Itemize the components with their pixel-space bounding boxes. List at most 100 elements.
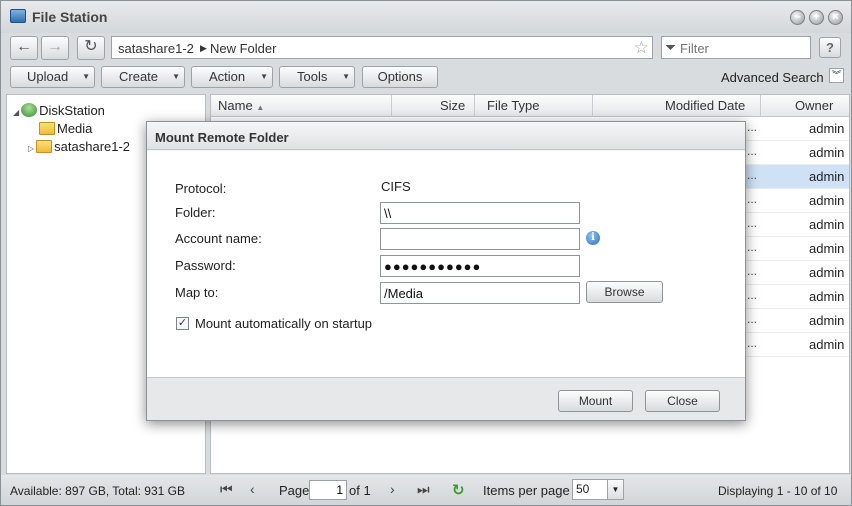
owner-cell: admin <box>809 289 845 304</box>
close-button[interactable]: Close <box>645 390 720 412</box>
path-bar[interactable]: satashare1-2 ▶ New Folder ☆ <box>111 36 653 59</box>
window-title: File Station <box>32 9 108 25</box>
dropdown-arrow-icon: ▼ <box>342 72 350 81</box>
browse-button[interactable]: Browse <box>586 281 663 303</box>
folder-icon <box>36 140 53 153</box>
column-separator <box>474 95 475 117</box>
tools-label: Tools <box>297 69 328 84</box>
first-page-icon[interactable]: ⏮ <box>220 481 233 498</box>
page-count-label: of 1 <box>349 483 371 498</box>
info-icon[interactable]: i <box>586 231 600 245</box>
navigation-bar: ← → ↻ satashare1-2 ▶ New Folder ☆ ⏷ ? <box>1 33 851 63</box>
checkmark-icon: ✓ <box>177 317 188 329</box>
tree-item-media[interactable]: Media <box>39 121 92 136</box>
back-arrow-icon: ← <box>16 38 32 55</box>
truncated-cell: ... <box>747 192 758 206</box>
truncated-cell: ... <box>747 312 758 326</box>
forward-arrow-icon: → <box>47 38 63 55</box>
sort-ascending-icon: ▲ <box>256 103 265 112</box>
dropdown-arrow-icon: ▼ <box>260 72 268 81</box>
next-page-icon[interactable]: › <box>390 481 395 497</box>
displaying-count: Displaying 1 - 10 of 10 <box>718 484 838 498</box>
owner-cell: admin <box>809 145 845 160</box>
tools-button[interactable]: Tools ▼ <box>279 66 355 88</box>
dropdown-arrow-icon: ▼ <box>82 72 90 81</box>
auto-mount-label[interactable]: Mount automatically on startup <box>195 316 372 331</box>
close-window-button[interactable]: × <box>828 10 843 25</box>
filter-box[interactable]: ⏷ <box>661 36 811 59</box>
truncated-cell: ... <box>747 264 758 278</box>
action-button[interactable]: Action ▼ <box>191 66 273 88</box>
back-button[interactable]: ← <box>10 36 38 60</box>
last-page-icon[interactable]: ⏭ <box>417 481 430 498</box>
chevron-down-icon[interactable]: ▼ <box>607 480 623 499</box>
refresh-icon: ↻ <box>84 38 98 55</box>
owner-cell: admin <box>809 337 845 352</box>
expand-triangle-icon[interactable]: ◢ <box>13 108 19 117</box>
reload-icon[interactable]: ↻ <box>452 481 465 499</box>
mount-button[interactable]: Mount <box>558 390 633 412</box>
create-label: Create <box>119 69 159 84</box>
protocol-value: CIFS <box>381 179 411 194</box>
minimize-button[interactable]: – <box>790 10 805 25</box>
map-to-field[interactable] <box>380 282 580 304</box>
collapsed-triangle-icon[interactable]: ▷ <box>28 144 34 153</box>
page-label: Page <box>279 483 310 498</box>
truncated-cell: ... <box>747 144 758 158</box>
help-button[interactable]: ? <box>819 37 841 58</box>
auto-mount-checkbox[interactable]: ✓ <box>176 317 189 330</box>
folder-label: Folder: <box>175 205 216 220</box>
column-separator <box>592 95 593 117</box>
tree-item-satashare[interactable]: ▷ satashare1-2 <box>28 139 130 154</box>
dialog-title-bar[interactable]: Mount Remote Folder <box>147 122 745 150</box>
toolbar: Upload ▼ Create ▼ Action ▼ Tools ▼ Options A… <box>1 65 851 91</box>
path-segment-share[interactable]: satashare1-2 <box>118 41 194 56</box>
column-header-owner[interactable]: Owner <box>795 98 833 113</box>
truncated-cell: ... <box>747 120 758 134</box>
folder-icon <box>39 122 55 135</box>
filter-input[interactable] <box>680 40 805 56</box>
favorite-star-icon[interactable]: ☆ <box>634 38 649 58</box>
tree-item-label: satashare1-2 <box>54 139 131 154</box>
dropdown-arrow-icon: ▼ <box>172 72 180 81</box>
dialog-title: Mount Remote Folder <box>155 130 289 145</box>
status-bar: Available: 897 GB, Total: 931 GB ⏮ ‹ Pag… <box>1 475 851 505</box>
map-to-label: Map to: <box>175 285 219 300</box>
account-name-field[interactable] <box>380 228 580 250</box>
column-separator <box>760 95 761 117</box>
options-button[interactable]: Options <box>362 66 438 88</box>
title-bar: File Station – + × <box>1 1 851 33</box>
create-button[interactable]: Create ▼ <box>101 66 185 88</box>
items-per-page-select[interactable]: 50 ▼ <box>572 479 624 500</box>
column-header-size[interactable]: Size <box>440 98 465 113</box>
password-label: Password: <box>175 258 236 273</box>
items-per-page-value: 50 <box>576 482 590 496</box>
truncated-cell: ... <box>747 336 758 350</box>
column-header-file-type[interactable]: File Type <box>487 98 540 113</box>
tree-item-diskstation[interactable]: ◢ DiskStation <box>13 103 105 118</box>
truncated-cell: ... <box>747 288 758 302</box>
page-number-input[interactable] <box>309 480 347 500</box>
owner-cell: admin <box>809 169 845 184</box>
owner-cell: admin <box>809 193 845 208</box>
upload-button[interactable]: Upload ▼ <box>10 66 95 88</box>
refresh-button[interactable]: ↻ <box>77 36 105 60</box>
maximize-button[interactable]: + <box>809 10 824 25</box>
advanced-search-link[interactable]: Advanced Search <box>721 70 824 85</box>
storage-availability: Available: 897 GB, Total: 931 GB <box>10 484 186 498</box>
grid-header: Name ▲ Size File Type Modified Date Owne… <box>211 95 849 117</box>
column-header-name[interactable]: Name ▲ <box>218 98 264 113</box>
action-label: Action <box>209 69 246 84</box>
protocol-label: Protocol: <box>175 181 227 196</box>
password-field[interactable] <box>380 255 580 277</box>
forward-button[interactable]: → <box>41 36 69 60</box>
mount-remote-folder-dialog: Mount Remote Folder Protocol: CIFS Folde… <box>146 121 746 421</box>
chevron-down-icon[interactable]: ︾ <box>829 68 844 83</box>
folder-field[interactable] <box>380 202 580 224</box>
previous-page-icon[interactable]: ‹ <box>250 481 255 497</box>
tree-item-label: Media <box>57 121 93 136</box>
path-segment-folder[interactable]: New Folder <box>210 41 276 56</box>
column-header-modified-date[interactable]: Modified Date <box>665 98 745 113</box>
upload-label: Upload <box>27 69 69 84</box>
owner-cell: admin <box>809 241 845 256</box>
